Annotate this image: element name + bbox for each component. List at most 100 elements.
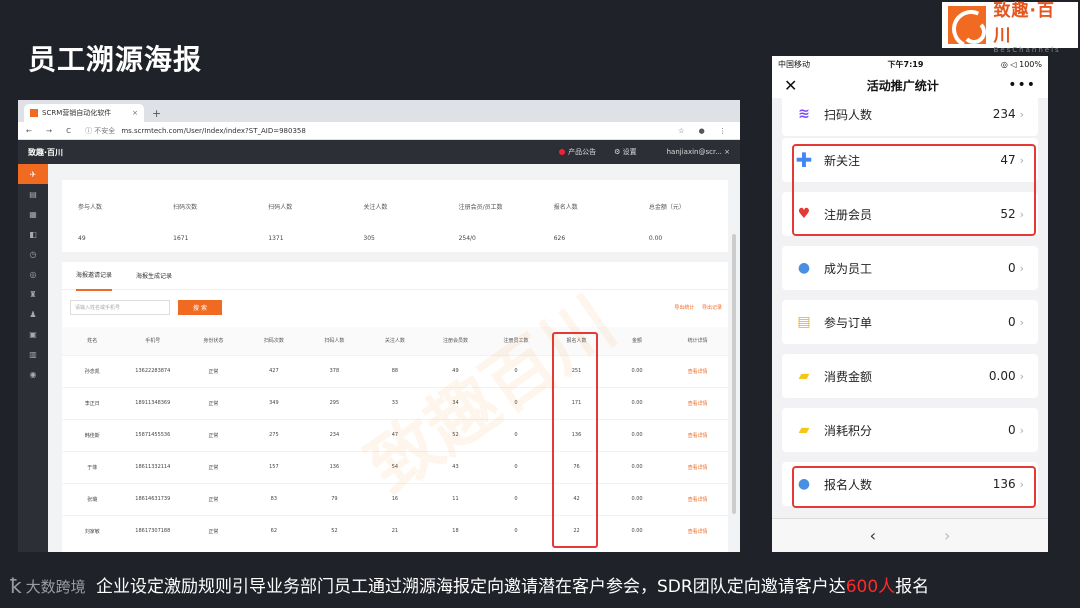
footer-brand-label: 大数跨境 [25, 577, 86, 596]
table-cell: 18911348369 [122, 386, 184, 419]
stat-item: 总金额（元） 0.00 [633, 180, 728, 252]
chevron-right-icon: › [1019, 369, 1024, 383]
nav-buttons[interactable]: ← → C [26, 127, 77, 135]
stat-label: 注册会员/员工数 [458, 204, 503, 211]
column-header[interactable]: 扫码次数 [243, 327, 305, 355]
stat-label: 扫码次数 [173, 204, 198, 211]
table-cell: 18 [425, 514, 486, 547]
browser-toolbar-icons[interactable]: ☆ ● ⋮ [678, 127, 732, 135]
view-details-link[interactable]: 查看详情 [667, 354, 728, 387]
column-header[interactable]: 手机号 [122, 327, 184, 355]
stat-row-value: 0 [1007, 315, 1016, 329]
stat-row[interactable]: ▰ 消费金额 0.00 › [782, 354, 1038, 398]
insecure-badge: ⓘ 不安全 [85, 126, 116, 135]
table-cell: 18614631739 [122, 482, 184, 515]
sidebar-item-10[interactable]: ◉ [18, 364, 48, 384]
stat-item: 参与人数 49 [62, 180, 157, 252]
table-cell: 0 [485, 482, 547, 515]
view-details-link[interactable]: 查看详情 [667, 386, 728, 419]
forward-arrow-icon[interactable]: › [944, 526, 950, 545]
stat-item: 扫码次数 1671 [157, 180, 252, 252]
stat-row-label: 扫码人数 [824, 107, 873, 122]
column-header[interactable]: 身份状态 [183, 327, 244, 355]
new-tab-button[interactable]: + [152, 107, 161, 120]
scan-icon: ≋ [798, 106, 810, 122]
column-header[interactable]: 关注人数 [364, 327, 426, 355]
stat-row[interactable]: ▤ 参与订单 0 › [782, 300, 1038, 344]
scrollbar[interactable] [732, 234, 736, 514]
stat-row[interactable]: ≋ 扫码人数 234 › [782, 92, 1038, 136]
sidebar-item-2[interactable]: ▦ [18, 204, 48, 224]
sidebar-item-3[interactable]: ◧ [18, 224, 48, 244]
stat-label: 报名人数 [553, 204, 578, 211]
stat-item: 关注人数 305 [347, 180, 442, 252]
table-cell: 刘家敏 [62, 514, 123, 547]
view-details-link[interactable]: 查看详情 [667, 450, 728, 483]
sidebar-item-8[interactable]: ▣ [18, 324, 48, 344]
stat-row-label: 消耗积分 [824, 423, 873, 438]
ticket-icon: ▰ [798, 422, 810, 438]
user-account[interactable]: hanjiaxin@scr... × [667, 148, 730, 156]
sidebar-item-4[interactable]: ◷ [18, 244, 48, 264]
view-details-link[interactable]: 查看详情 [667, 482, 728, 515]
clipboard-icon: ▤ [797, 314, 811, 330]
tab-invite-records[interactable]: 海报邀请记录 [76, 260, 113, 291]
stat-value: 1371 [268, 235, 284, 242]
settings-link[interactable]: ⚙ 设置 [614, 147, 637, 157]
phone-page-title: 活动推广统计 [866, 78, 939, 93]
slide-title: 员工溯源海报 [28, 43, 203, 76]
table-cell: 正常 [183, 354, 244, 387]
view-details-link[interactable]: 查看详情 [667, 418, 728, 451]
slide-caption: 企业设定激励规则引导业务部门员工通过溯源海报定向邀请潜在客户参会，SDR团队定向… [96, 572, 929, 597]
stat-label: 参与人数 [78, 204, 103, 211]
table-cell: 0.00 [606, 418, 668, 451]
app-sidebar: ✈ ▤ ▦ ◧ ◷ ◎ ♜ ♟ ▣ ▥ ◉ [18, 164, 48, 552]
back-arrow-icon[interactable]: ‹ [870, 526, 876, 545]
browser-tab[interactable]: SCRM营销自动化软件 × [24, 104, 144, 122]
sidebar-item-5[interactable]: ◎ [18, 264, 48, 284]
stat-row-label: 成为员工 [824, 261, 873, 276]
brand-k-icon: ꝁ [10, 574, 22, 598]
export-stats-link[interactable]: 导出统计 [674, 305, 694, 311]
search-button[interactable]: 搜 索 [178, 300, 222, 315]
stat-label: 关注人数 [363, 204, 388, 211]
table-cell: 18611332114 [122, 450, 184, 483]
stat-row-value: 0 [1007, 261, 1016, 275]
signup-column-highlight [552, 332, 598, 548]
tab-poster-records[interactable]: 海报生成记录 [136, 261, 172, 290]
favicon-icon [30, 109, 38, 117]
stat-label: 扫码人数 [268, 204, 293, 211]
announcement-link[interactable]: 产品公告 [559, 147, 596, 157]
export-records-link[interactable]: 导出记录 [702, 305, 722, 311]
url-input[interactable]: ms.scrmtech.com/User/Index/index?ST_AID=… [121, 127, 306, 135]
tab-close-icon[interactable]: × [132, 109, 138, 117]
table-cell: 0.00 [606, 514, 668, 547]
chevron-right-icon: › [1019, 261, 1024, 275]
sidebar-item-1[interactable]: ▤ [18, 184, 48, 204]
table-cell: 157 [243, 450, 305, 483]
phone-screen: 中国移动 下午7:19 ◎ ◁ 100% ✕ 活动推广统计 ••• ≋ 扫码人数 2… [772, 56, 1048, 552]
stat-label: 总金额（元） [648, 204, 685, 211]
stat-item: 扫码人数 1371 [252, 180, 347, 252]
column-header[interactable]: 统计详情 [667, 327, 728, 355]
table-cell: 52 [304, 514, 365, 547]
table-row: 孙念凯 13622283874 正常 427 378 88 49 0 251 0.00 查看详情 [62, 354, 728, 387]
stat-row-label: 参与订单 [824, 315, 873, 330]
sidebar-item-0[interactable]: ✈ [18, 164, 48, 184]
highlight-box-signup [792, 466, 1036, 508]
search-input[interactable]: 请输入姓名或手机号 [70, 300, 170, 315]
table-cell: 427 [243, 354, 305, 387]
column-header[interactable]: 扫码人数 [304, 327, 365, 355]
column-header[interactable]: 姓名 [62, 327, 123, 355]
stat-value: 305 [363, 235, 375, 242]
sidebar-item-9[interactable]: ▥ [18, 344, 48, 364]
stat-row[interactable]: ▰ 消耗积分 0 › [782, 408, 1038, 452]
stat-row-value: 0.00 [988, 369, 1016, 383]
more-icon[interactable]: ••• [1008, 77, 1036, 93]
view-details-link[interactable]: 查看详情 [667, 514, 728, 547]
stat-row[interactable]: ● 成为员工 0 › [782, 246, 1038, 290]
sidebar-item-6[interactable]: ♜ [18, 284, 48, 304]
table-cell: 295 [304, 386, 365, 419]
sidebar-item-7[interactable]: ♟ [18, 304, 48, 324]
table-cell: 李正日 [62, 386, 123, 419]
